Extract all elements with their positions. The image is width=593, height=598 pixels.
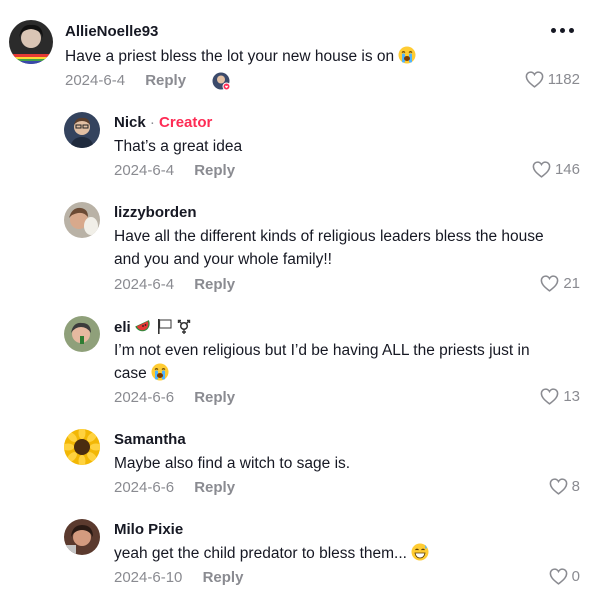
like-button[interactable]: 8: [549, 478, 580, 495]
comment-date: 2024-6-4: [65, 72, 126, 89]
creator-liked-avatar: [212, 72, 231, 91]
comment-date: 2024-6-10: [114, 569, 183, 586]
comment-text-line: I’m not even religious but I’d be having…: [114, 342, 530, 359]
comment-text-line-2: case: [114, 362, 584, 388]
creator-badge: Creator: [159, 114, 213, 131]
avatar[interactable]: [64, 316, 100, 352]
comment-date: 2024-6-4: [114, 276, 175, 293]
comment-meta: 2024-6-6 Reply: [114, 479, 235, 496]
comment-text-line: Have all the different kinds of religiou…: [114, 228, 544, 245]
reply-button[interactable]: Reply: [194, 162, 235, 179]
like-button[interactable]: 0: [549, 568, 580, 585]
comment-author[interactable]: lizzyborden: [114, 204, 197, 221]
like-count: 13: [563, 388, 580, 405]
user-avatar-icon: [64, 112, 100, 148]
comment-date: 2024-6-6: [114, 479, 175, 496]
heart-icon: [540, 275, 559, 292]
comment-author[interactable]: eli: [114, 318, 191, 339]
comment-text: Maybe also find a witch to sage is.: [114, 455, 351, 472]
comment-meta: 2024-6-4 Reply: [114, 276, 235, 293]
comment-meta: 2024-6-10 Reply: [114, 569, 243, 586]
reply-button[interactable]: Reply: [194, 276, 235, 293]
avatar[interactable]: [64, 202, 100, 238]
loudly-crying-face-icon: [151, 363, 169, 388]
like-count: 21: [563, 275, 580, 292]
reply-comment: Nick · Creator That’s a great idea 2024-…: [0, 108, 593, 188]
comment-text-line: and you and your whole family!!: [114, 251, 332, 268]
like-count: 8: [571, 478, 580, 495]
comment-text: That’s a great idea: [114, 138, 243, 155]
like-button[interactable]: 1182: [525, 71, 580, 88]
reply-comment: lizzyborden Have all the different kinds…: [0, 198, 593, 298]
comment-date: 2024-6-6: [114, 389, 175, 406]
reply-button[interactable]: Reply: [145, 72, 186, 89]
comment-text-line: case: [114, 365, 147, 382]
comment-text-content: Have a priest bless the lot your new hou…: [65, 48, 395, 65]
author-name: eli: [114, 319, 131, 336]
comment-meta: 2024-6-4 Reply: [65, 72, 186, 89]
user-avatar-icon: [64, 316, 100, 352]
white-flag-icon: [156, 318, 173, 339]
avatar[interactable]: [64, 112, 100, 148]
grinning-sweat-face-icon: [411, 543, 429, 568]
comment-author[interactable]: Nick · Creator: [114, 114, 212, 131]
avatar[interactable]: [64, 429, 100, 465]
comment-meta: 2024-6-4 Reply: [114, 162, 235, 179]
like-button[interactable]: 21: [540, 275, 580, 292]
comment-author[interactable]: AllieNoelle93: [65, 23, 158, 40]
main-comment: AllieNoelle93 Have a priest bless the lo…: [0, 0, 593, 100]
like-count: 1182: [547, 71, 580, 88]
loudly-crying-face-icon: [398, 46, 416, 71]
comment-date: 2024-6-4: [114, 162, 175, 179]
reply-comment: Samantha Maybe also find a witch to sage…: [0, 425, 593, 505]
comment-author[interactable]: Samantha: [114, 431, 186, 448]
comment-text: I’m not even religious but I’d be having…: [114, 339, 584, 388]
reply-button[interactable]: Reply: [194, 389, 235, 406]
reply-button[interactable]: Reply: [194, 479, 235, 496]
comment-author[interactable]: Milo Pixie: [114, 521, 183, 538]
author-name: Nick: [114, 114, 146, 131]
separator-dot: ·: [149, 114, 155, 131]
reply-button[interactable]: Reply: [203, 569, 244, 586]
heart-icon: [549, 478, 568, 495]
user-avatar-icon: [64, 519, 100, 555]
reply-comment: eli I’m not even religious but I’d be ha…: [0, 312, 593, 412]
heart-icon: [525, 71, 544, 88]
like-count: 146: [554, 161, 580, 178]
avatar[interactable]: [64, 519, 100, 555]
comment-text-content: yeah get the child predator to bless the…: [114, 545, 407, 562]
comment-text: yeah get the child predator to bless the…: [114, 542, 429, 568]
heart-icon: [532, 161, 551, 178]
like-count: 0: [571, 568, 580, 585]
heart-icon: [540, 388, 559, 405]
more-options-icon[interactable]: [551, 24, 575, 36]
creator-liked-icon: [212, 72, 231, 91]
comment-text: Have all the different kinds of religiou…: [114, 225, 584, 271]
like-button[interactable]: 146: [532, 161, 580, 178]
sunflower-avatar-icon: [64, 429, 100, 465]
comment-text: Have a priest bless the lot your new hou…: [65, 45, 416, 71]
heart-icon: [549, 568, 568, 585]
reply-comment: Milo Pixie yeah get the child predator t…: [0, 515, 593, 595]
user-avatar-icon: [9, 20, 53, 64]
like-button[interactable]: 13: [540, 388, 580, 405]
comment-meta: 2024-6-6 Reply: [114, 389, 235, 406]
transgender-symbol-icon: [177, 318, 191, 339]
avatar[interactable]: [9, 20, 53, 64]
watermelon-icon: [135, 318, 152, 339]
user-avatar-icon: [64, 202, 100, 238]
